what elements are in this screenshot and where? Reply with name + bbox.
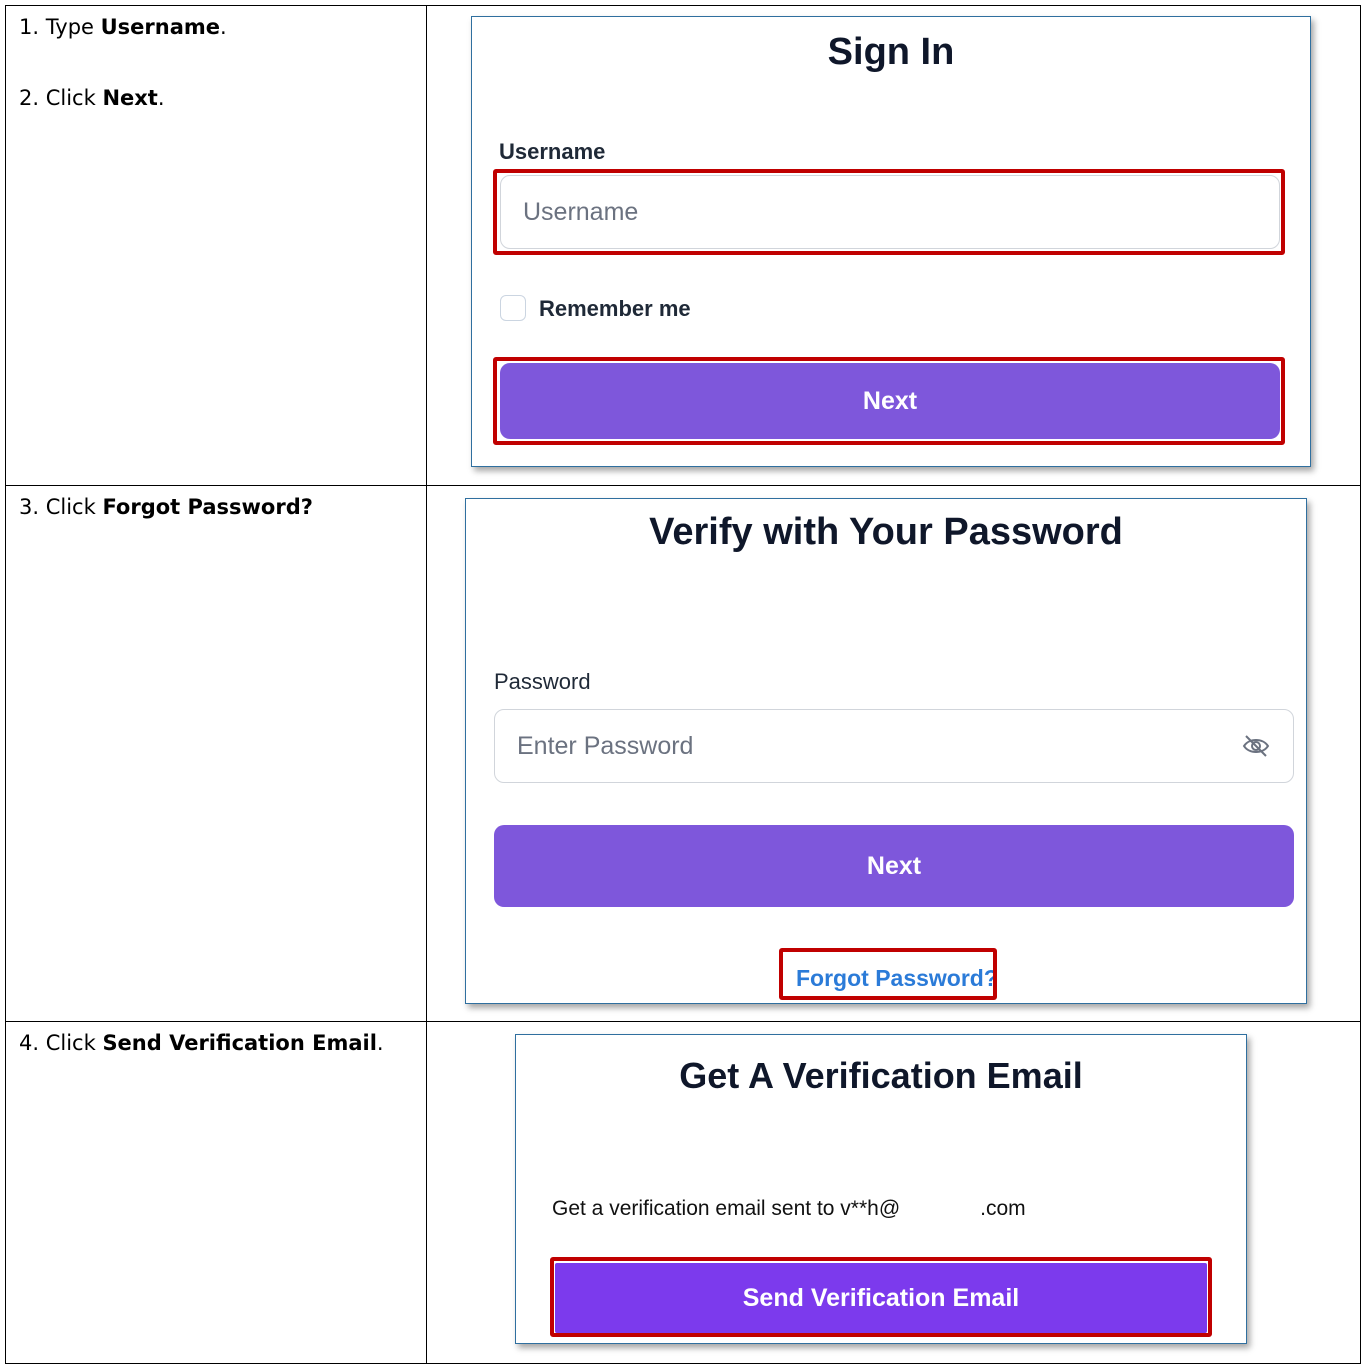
remember-me-label: Remember me	[539, 296, 691, 321]
verification-email-card: Get A Verification Email Get a verificat…	[515, 1034, 1247, 1344]
screenshot-cell-verify-password: Verify with Your Password Password Enter…	[426, 485, 1361, 1022]
username-label: Username	[499, 139, 606, 164]
sign-in-card: Sign In Username Username Remember me Ne…	[471, 16, 1311, 467]
step-4: 4. Click Send Verification Email.	[19, 1030, 426, 1056]
step-4-prefix: 4. Click	[19, 1031, 103, 1055]
username-highlight	[493, 169, 1285, 255]
step-cell: 4. Click Send Verification Email.	[5, 1021, 427, 1364]
verification-email-title: Get A Verification Email	[679, 1055, 1083, 1096]
table-row: 3. Click Forgot Password? Verify with Yo…	[5, 485, 1361, 1022]
sign-in-title: Sign In	[827, 31, 955, 73]
send-verification-highlight	[550, 1257, 1212, 1337]
table-row: 4. Click Send Verification Email. Get A …	[5, 1021, 1361, 1364]
step-4-keyword: Send Verification Email	[102, 1031, 377, 1055]
step-1-keyword: Username	[100, 15, 221, 39]
step-2: 2. Click Next.	[19, 85, 426, 111]
password-next-button[interactable]: Next	[494, 825, 1294, 907]
password-input[interactable]: Enter Password	[494, 709, 1294, 783]
instruction-table: 1. Type Username. 2. Click Next. Sign In…	[5, 5, 1361, 1364]
eye-off-icon[interactable]	[1241, 733, 1271, 759]
screenshot-cell-verification-email: Get A Verification Email Get a verificat…	[426, 1021, 1361, 1364]
table-row: 1. Type Username. 2. Click Next. Sign In…	[5, 5, 1361, 486]
step-1-prefix: 1. Type	[19, 15, 101, 39]
password-label: Password	[494, 669, 591, 694]
step-4-suffix: .	[376, 1031, 384, 1055]
step-3-prefix: 3. Click	[19, 495, 103, 519]
step-2-suffix: .	[157, 86, 165, 110]
remember-me-checkbox[interactable]	[500, 295, 526, 321]
message-prefix: Get a verification email sent to v**h@	[552, 1197, 901, 1220]
password-placeholder: Enter Password	[517, 731, 694, 760]
step-cell: 3. Click Forgot Password?	[5, 485, 427, 1022]
step-3-keyword: Forgot Password?	[102, 495, 313, 519]
step-3: 3. Click Forgot Password?	[19, 494, 426, 520]
step-cell: 1. Type Username. 2. Click Next.	[5, 5, 427, 486]
step-2-keyword: Next	[102, 86, 158, 110]
verify-password-title: Verify with Your Password	[649, 511, 1123, 553]
verification-email-message: Get a verification email sent to v**h@ .c…	[552, 1197, 1026, 1221]
verify-password-card: Verify with Your Password Password Enter…	[465, 498, 1307, 1004]
step-2-prefix: 2. Click	[19, 86, 103, 110]
step-1: 1. Type Username.	[19, 14, 426, 40]
next-highlight	[493, 357, 1285, 445]
message-suffix: .com	[980, 1197, 1026, 1220]
screenshot-cell-sign-in: Sign In Username Username Remember me Ne…	[426, 5, 1361, 486]
forgot-password-highlight	[779, 948, 997, 1000]
step-1-suffix: .	[220, 15, 227, 39]
